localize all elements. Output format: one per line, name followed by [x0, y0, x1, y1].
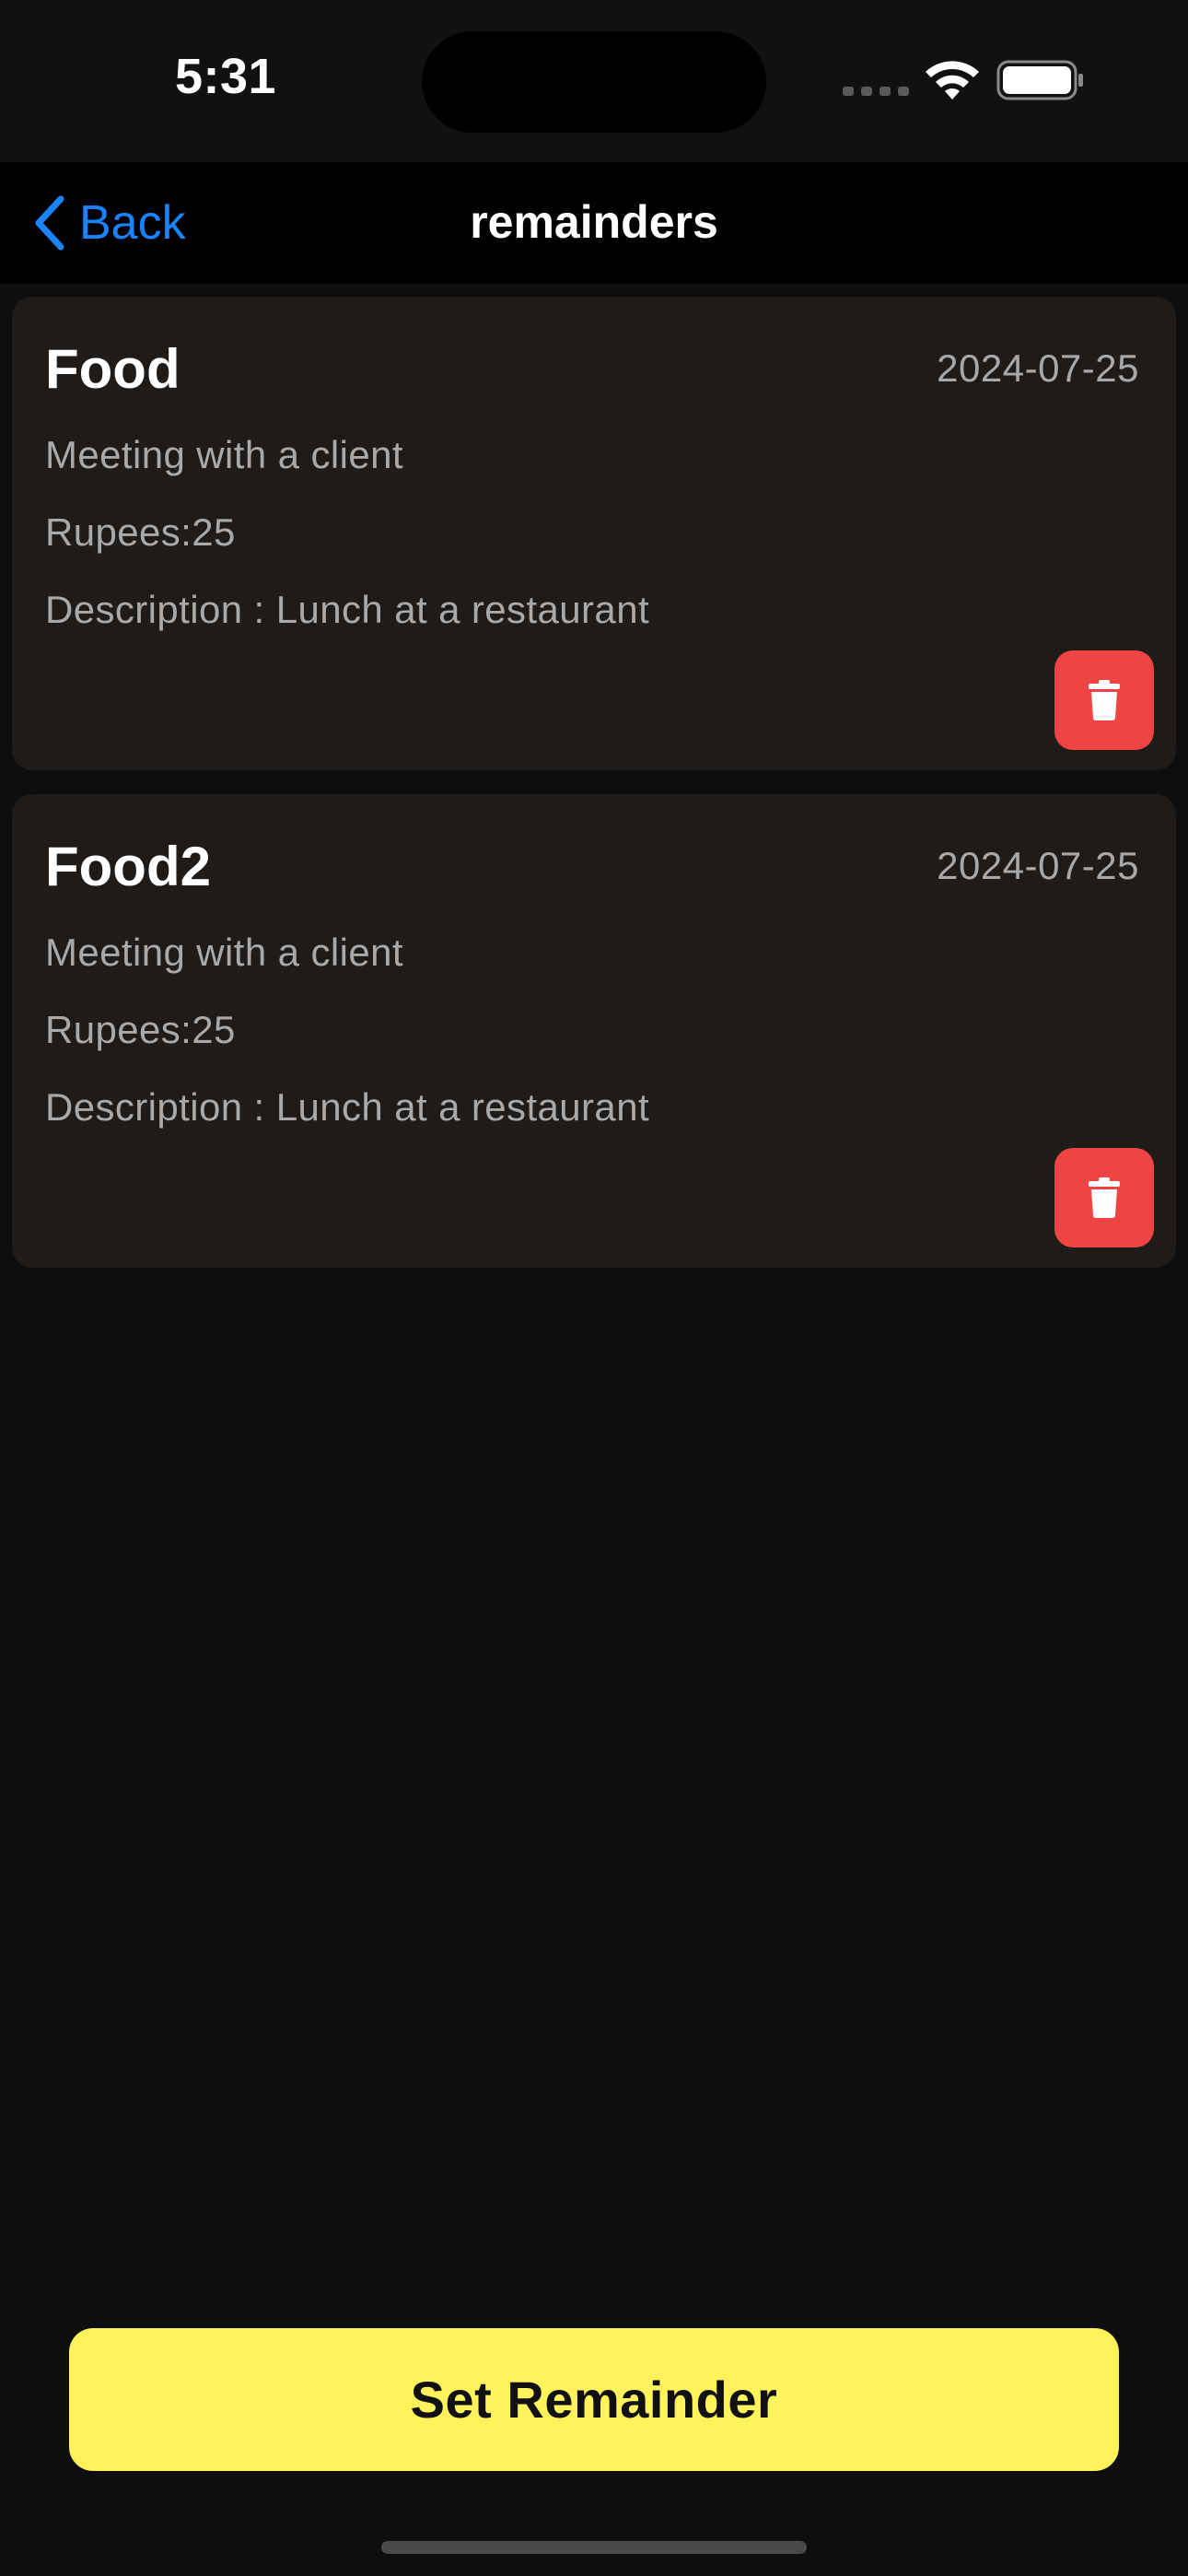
- reminder-card: Food2 2024-07-25 Meeting with a client R…: [12, 794, 1176, 1268]
- reminder-title: Food2: [45, 836, 211, 897]
- reminder-date: 2024-07-25: [937, 844, 1139, 887]
- reminder-amount: Rupees:25: [45, 510, 236, 554]
- home-indicator[interactable]: [381, 2541, 807, 2554]
- delete-reminder-button[interactable]: [1054, 1148, 1154, 1247]
- status-bar: 5:31: [0, 0, 1188, 162]
- set-reminder-button[interactable]: Set Remainder: [69, 2328, 1119, 2471]
- reminder-amount: Rupees:25: [45, 1008, 236, 1051]
- cellular-signal-icon: [843, 87, 909, 96]
- reminder-description: Description : Lunch at a restaurant: [45, 588, 650, 631]
- reminder-note: Meeting with a client: [45, 931, 403, 974]
- battery-icon: [996, 60, 1083, 100]
- reminder-description: Description : Lunch at a restaurant: [45, 1085, 650, 1129]
- dynamic-island: [422, 31, 766, 133]
- page-title: remainders: [470, 196, 718, 248]
- trash-icon: [1089, 680, 1120, 720]
- navigation-bar: Back remainders: [0, 162, 1188, 284]
- wifi-icon: [926, 61, 979, 100]
- set-reminder-label: Set Remainder: [410, 2371, 778, 2429]
- trash-icon: [1089, 1177, 1120, 1218]
- delete-reminder-button[interactable]: [1054, 650, 1154, 750]
- reminders-screen: 5:31 Back remainders Food 2024-07-25 Mee…: [0, 0, 1188, 2576]
- reminder-date: 2024-07-25: [937, 346, 1139, 390]
- reminder-note: Meeting with a client: [45, 433, 403, 476]
- reminder-card: Food 2024-07-25 Meeting with a client Ru…: [12, 297, 1176, 770]
- status-time: 5:31: [175, 49, 277, 104]
- reminder-title: Food: [45, 338, 181, 400]
